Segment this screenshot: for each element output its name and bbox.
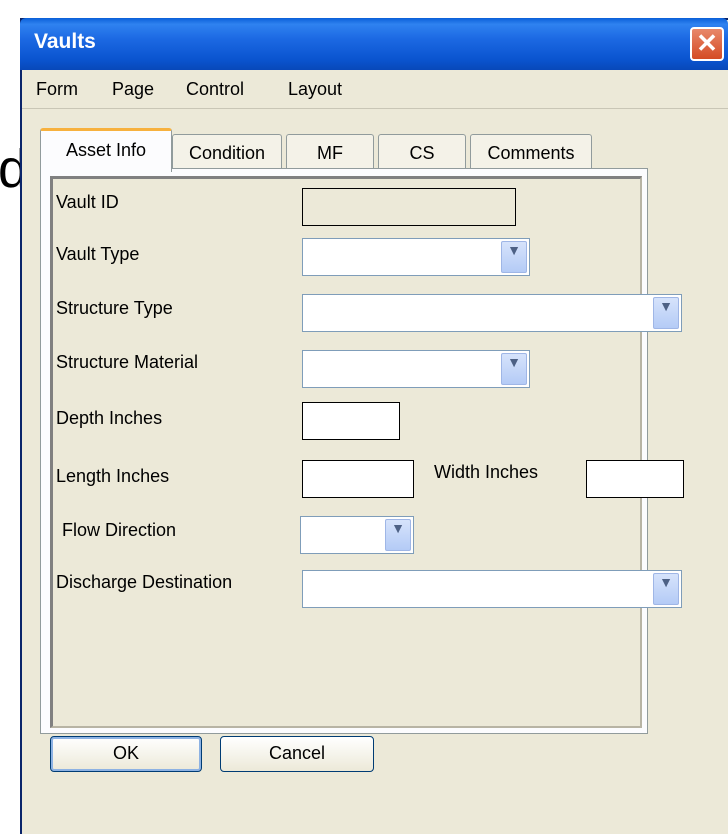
structure-type-label: Structure Type [56, 298, 173, 318]
tab-mf[interactable]: MF [286, 134, 374, 172]
length-inches-label: Length Inches [56, 466, 170, 486]
vaults-dialog: Vaults ✕ Form Page Control Layout Asset … [20, 18, 728, 834]
tab-comments[interactable]: Comments [470, 134, 592, 172]
discharge-destination-label: Discharge Destination [56, 572, 233, 592]
depth-inches-label: Depth Inches [56, 408, 163, 428]
tab-condition[interactable]: Condition [172, 134, 282, 172]
vault-type-dropdown[interactable]: ▼ [302, 238, 530, 276]
window-title: Vaults [34, 30, 96, 53]
flow-direction-dropdown[interactable]: ▼ [300, 516, 414, 554]
chevron-down-icon[interactable]: ▼ [653, 297, 679, 329]
vault-type-label: Vault Type [56, 244, 140, 264]
tab-cs[interactable]: CS [378, 134, 466, 172]
width-inches-label: Width Inches [434, 462, 539, 482]
chevron-down-icon[interactable]: ▼ [385, 519, 411, 551]
chevron-down-icon[interactable]: ▼ [501, 241, 527, 273]
title-bar[interactable]: Vaults ✕ [20, 18, 728, 70]
discharge-destination-dropdown[interactable]: ▼ [302, 570, 682, 608]
chevron-down-icon[interactable]: ▼ [501, 353, 527, 385]
vault-id-field[interactable] [302, 188, 516, 226]
menu-page[interactable]: Page [112, 79, 154, 100]
depth-inches-field[interactable] [302, 402, 400, 440]
menu-layout[interactable]: Layout [288, 79, 342, 100]
structure-type-dropdown[interactable]: ▼ [302, 294, 682, 332]
cancel-button[interactable]: Cancel [220, 736, 374, 772]
chevron-down-icon[interactable]: ▼ [653, 573, 679, 605]
width-inches-field[interactable] [586, 460, 684, 498]
tab-asset-info[interactable]: Asset Info [40, 128, 172, 172]
structure-material-dropdown[interactable]: ▼ [302, 350, 530, 388]
menu-form[interactable]: Form [36, 79, 78, 100]
close-icon: ✕ [696, 28, 718, 58]
menu-bar: Form Page Control Layout [22, 70, 728, 109]
menu-control[interactable]: Control [186, 79, 244, 100]
flow-direction-label: Flow Direction [62, 520, 177, 540]
vault-id-label: Vault ID [56, 192, 119, 212]
length-inches-field[interactable] [302, 460, 414, 498]
close-button[interactable]: ✕ [690, 27, 724, 61]
ok-button[interactable]: OK [50, 736, 202, 772]
structure-material-label: Structure Material [56, 352, 199, 372]
